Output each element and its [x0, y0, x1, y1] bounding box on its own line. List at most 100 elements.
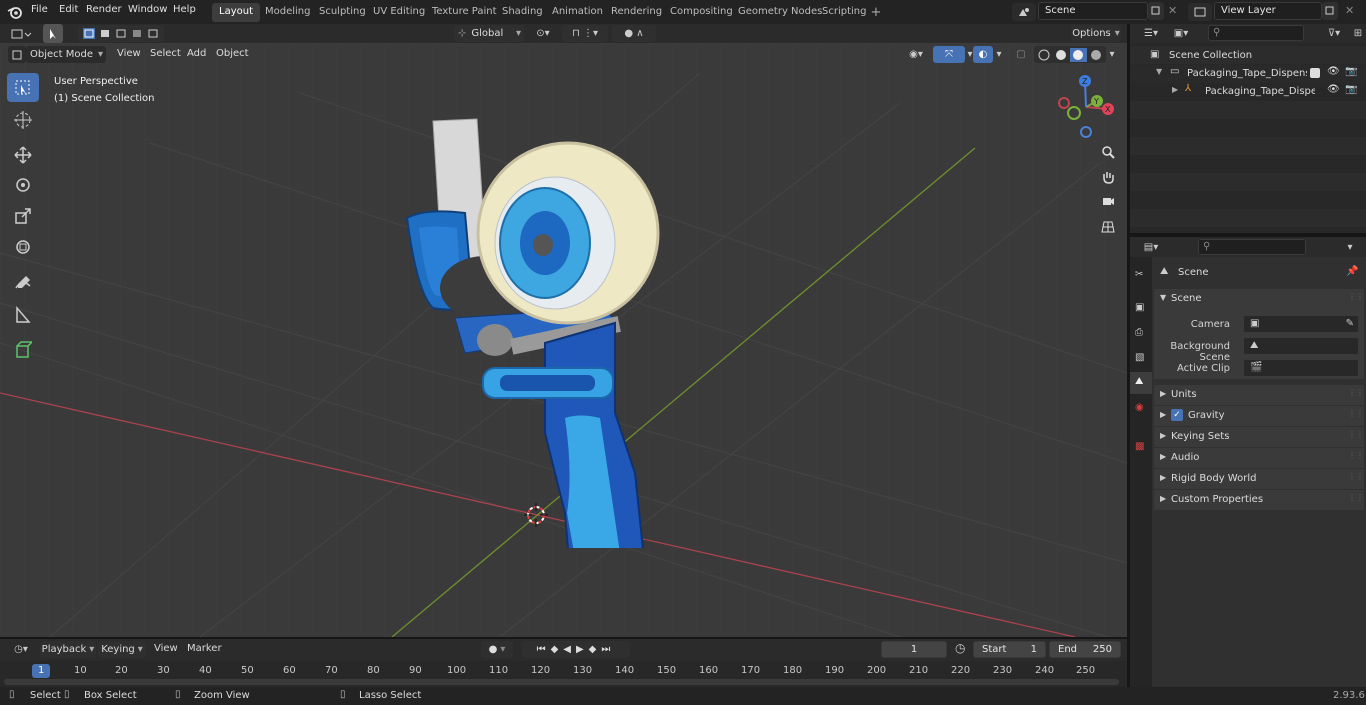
- tab-shading[interactable]: Shading: [495, 3, 550, 22]
- tab-layout[interactable]: Layout: [212, 3, 260, 22]
- custom-properties-panel-header[interactable]: ▶ Custom Properties ⋮⋮⋮: [1154, 490, 1366, 510]
- object-mode-dropdown[interactable]: Object Mode ▾: [26, 46, 106, 63]
- new-collection-icon[interactable]: ⊞: [1350, 25, 1366, 42]
- gravity-checkbox[interactable]: ✓: [1171, 409, 1183, 421]
- menu-file[interactable]: File: [31, 4, 48, 15]
- scene-selector-icon[interactable]: [1012, 3, 1036, 21]
- timeline-menu-view[interactable]: View: [154, 643, 178, 654]
- output-icon[interactable]: ⎙: [1135, 327, 1143, 338]
- display-mode-icon[interactable]: ▣▾: [1168, 25, 1194, 42]
- camera-icon[interactable]: 📷: [1345, 84, 1357, 95]
- visibility-filter-icon[interactable]: ◉▾: [902, 46, 930, 63]
- zoom-icon[interactable]: [1097, 141, 1119, 163]
- outliner-search-input[interactable]: ⚲: [1208, 25, 1304, 41]
- camera-field[interactable]: ▣ ✎: [1243, 315, 1359, 333]
- blender-logo-icon[interactable]: [7, 4, 23, 20]
- drag-handle-icon[interactable]: ⋮⋮⋮: [1348, 451, 1366, 460]
- outliner-row[interactable]: ▼ ▭ Packaging_Tape_Dispenser_Y 👁 📷: [1130, 65, 1366, 83]
- texture-icon[interactable]: ▩: [1135, 441, 1144, 452]
- 3d-cursor-icon[interactable]: [524, 503, 548, 527]
- xray-toggle-icon[interactable]: ▢: [1013, 46, 1029, 63]
- menu-render[interactable]: Render: [86, 4, 122, 15]
- view-layer-tab-icon[interactable]: ▧: [1135, 352, 1144, 363]
- units-panel-header[interactable]: ▶ Units ⋮⋮⋮: [1154, 385, 1366, 405]
- annotate-tool-icon[interactable]: [7, 268, 39, 297]
- viewport-menu-view[interactable]: View: [117, 48, 141, 59]
- gravity-panel-header[interactable]: ▶ ✓ Gravity ⋮⋮⋮: [1154, 406, 1366, 426]
- tab-uv-editing[interactable]: UV Editing: [366, 3, 432, 22]
- navigation-gizmo[interactable]: X Y Z: [1050, 73, 1120, 143]
- view-layer-icon[interactable]: [1188, 3, 1212, 21]
- rigid-body-world-panel-header[interactable]: ▶ Rigid Body World ⋮⋮⋮: [1154, 469, 1366, 489]
- remove-view-layer-icon[interactable]: ✕: [1345, 4, 1354, 17]
- playback-dropdown[interactable]: Playback ▾: [40, 641, 96, 658]
- drag-handle-icon[interactable]: ⋮⋮⋮: [1348, 430, 1366, 439]
- menu-edit[interactable]: Edit: [59, 4, 78, 15]
- chevron-down-icon[interactable]: ▼: [1156, 67, 1162, 76]
- filter-icon[interactable]: ⊽▾: [1320, 25, 1348, 42]
- tool-settings-icon[interactable]: ✂: [1135, 269, 1143, 280]
- select-tool-icon[interactable]: [43, 24, 63, 43]
- scene-name-field[interactable]: Scene: [1038, 2, 1148, 20]
- end-frame-field[interactable]: End 250: [1049, 641, 1121, 658]
- view-layer-field[interactable]: View Layer: [1214, 2, 1322, 20]
- chevron-down-icon[interactable]: ▾: [1342, 239, 1358, 255]
- overlays-toggle-icon[interactable]: ◐: [973, 46, 993, 63]
- pan-hand-icon[interactable]: [1097, 166, 1119, 188]
- chevron-down-icon[interactable]: ▾: [1106, 46, 1118, 63]
- timeline-menu-marker[interactable]: Marker: [187, 643, 222, 654]
- add-workspace-button[interactable]: +: [868, 4, 884, 20]
- viewport-menu-select[interactable]: Select: [150, 48, 181, 59]
- tab-rendering[interactable]: Rendering: [604, 3, 669, 22]
- audio-panel-header[interactable]: ▶ Audio ⋮⋮⋮: [1154, 448, 1366, 468]
- move-tool-icon[interactable]: [7, 140, 39, 169]
- pin-icon[interactable]: 📌: [1346, 266, 1358, 277]
- drag-handle-icon[interactable]: ⋮⋮⋮: [1348, 292, 1366, 301]
- snapping-icon[interactable]: ⊓ ⋮▾: [562, 25, 608, 42]
- clock-icon[interactable]: ◷: [955, 641, 965, 655]
- drag-handle-icon[interactable]: ⋮⋮⋮: [1348, 472, 1366, 481]
- transform-orientation-dropdown[interactable]: ⊹ Global ▾: [454, 25, 524, 42]
- menu-help[interactable]: Help: [173, 4, 196, 15]
- rotate-tool-icon[interactable]: [7, 170, 39, 199]
- outliner-row[interactable]: ▶ ⅄ Packaging_Tape_Dispens 👁 📷: [1130, 83, 1366, 101]
- tab-texture-paint[interactable]: Texture Paint: [425, 3, 504, 22]
- outliner-editor-icon[interactable]: ☰▾: [1138, 25, 1164, 42]
- viewport-menu-object[interactable]: Object: [216, 48, 249, 59]
- add-cube-tool-icon[interactable]: [7, 335, 39, 364]
- active-clip-field[interactable]: 🎬: [1243, 359, 1359, 377]
- 3d-viewport[interactable]: User Perspective (1) Scene Collection X …: [0, 43, 1127, 637]
- proportional-editing-icon[interactable]: ● ∧: [612, 25, 656, 42]
- timeline-scrollbar[interactable]: [4, 679, 1119, 685]
- drag-handle-icon[interactable]: ⋮⋮⋮: [1348, 388, 1366, 397]
- scale-tool-icon[interactable]: [7, 201, 39, 230]
- pivot-point-icon[interactable]: ⊙▾: [530, 25, 556, 42]
- tab-scripting[interactable]: Scripting: [815, 3, 873, 22]
- menu-window[interactable]: Window: [128, 4, 167, 15]
- chevron-right-icon[interactable]: ▶: [1172, 85, 1178, 94]
- keying-dropdown[interactable]: Keying ▾: [98, 641, 146, 658]
- camera-view-icon[interactable]: [1097, 190, 1119, 212]
- selection-mode-group[interactable]: [78, 25, 164, 42]
- checkbox-icon[interactable]: [1310, 68, 1320, 78]
- options-dropdown[interactable]: Options ▾: [1071, 25, 1121, 42]
- timeline-editor-icon[interactable]: ◷▾: [8, 641, 34, 658]
- properties-search-input[interactable]: ⚲: [1198, 239, 1306, 255]
- drag-handle-icon[interactable]: ⋮⋮⋮: [1348, 493, 1366, 502]
- scene-tab-icon[interactable]: ⛰: [1135, 376, 1143, 387]
- eye-icon[interactable]: 👁: [1327, 66, 1340, 77]
- shading-mode-group[interactable]: [1034, 46, 1106, 63]
- eyedropper-icon[interactable]: ✎: [1346, 318, 1354, 329]
- record-keyframe-icon[interactable]: ● ▾: [481, 641, 513, 658]
- remove-scene-icon[interactable]: ✕: [1168, 4, 1177, 17]
- eye-icon[interactable]: 👁: [1327, 84, 1340, 95]
- measure-tool-icon[interactable]: [7, 300, 39, 329]
- copy-scene-icon[interactable]: [1148, 2, 1164, 20]
- cursor-tool-icon[interactable]: [7, 105, 39, 134]
- current-frame-field[interactable]: 1: [881, 641, 947, 658]
- editor-type-icon[interactable]: [8, 25, 34, 42]
- chevron-down-icon[interactable]: ▾: [993, 46, 1005, 63]
- drag-handle-icon[interactable]: ⋮⋮⋮: [1348, 409, 1366, 418]
- select-box-tool-icon[interactable]: [7, 73, 39, 102]
- scene-collection-label[interactable]: Scene Collection: [1169, 50, 1252, 61]
